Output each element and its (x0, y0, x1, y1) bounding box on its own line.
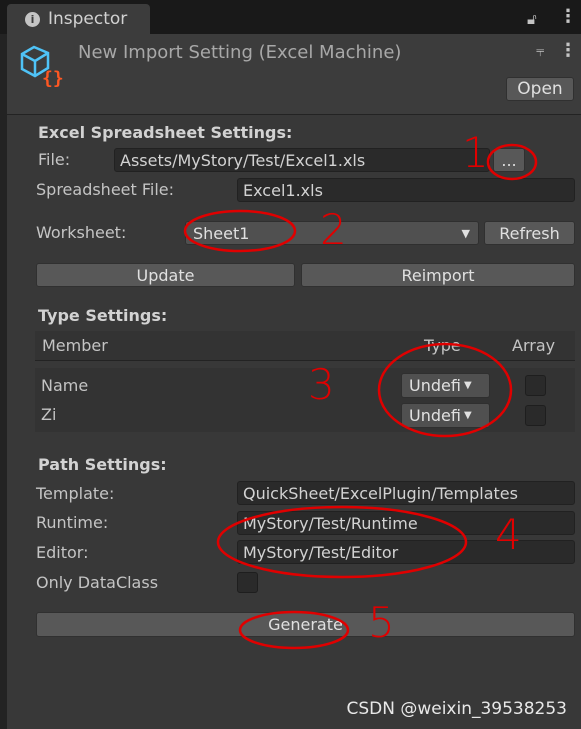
annotation-3: 3 (308, 360, 335, 409)
annotation-4: 4 (495, 510, 522, 559)
annotation-2: 2 (320, 205, 347, 254)
annotation-5: 5 (368, 598, 395, 647)
annotation-1: 1 (462, 128, 489, 177)
watermark: CSDN @weixin_39538253 (346, 699, 567, 719)
red-annotations (183, 143, 538, 650)
